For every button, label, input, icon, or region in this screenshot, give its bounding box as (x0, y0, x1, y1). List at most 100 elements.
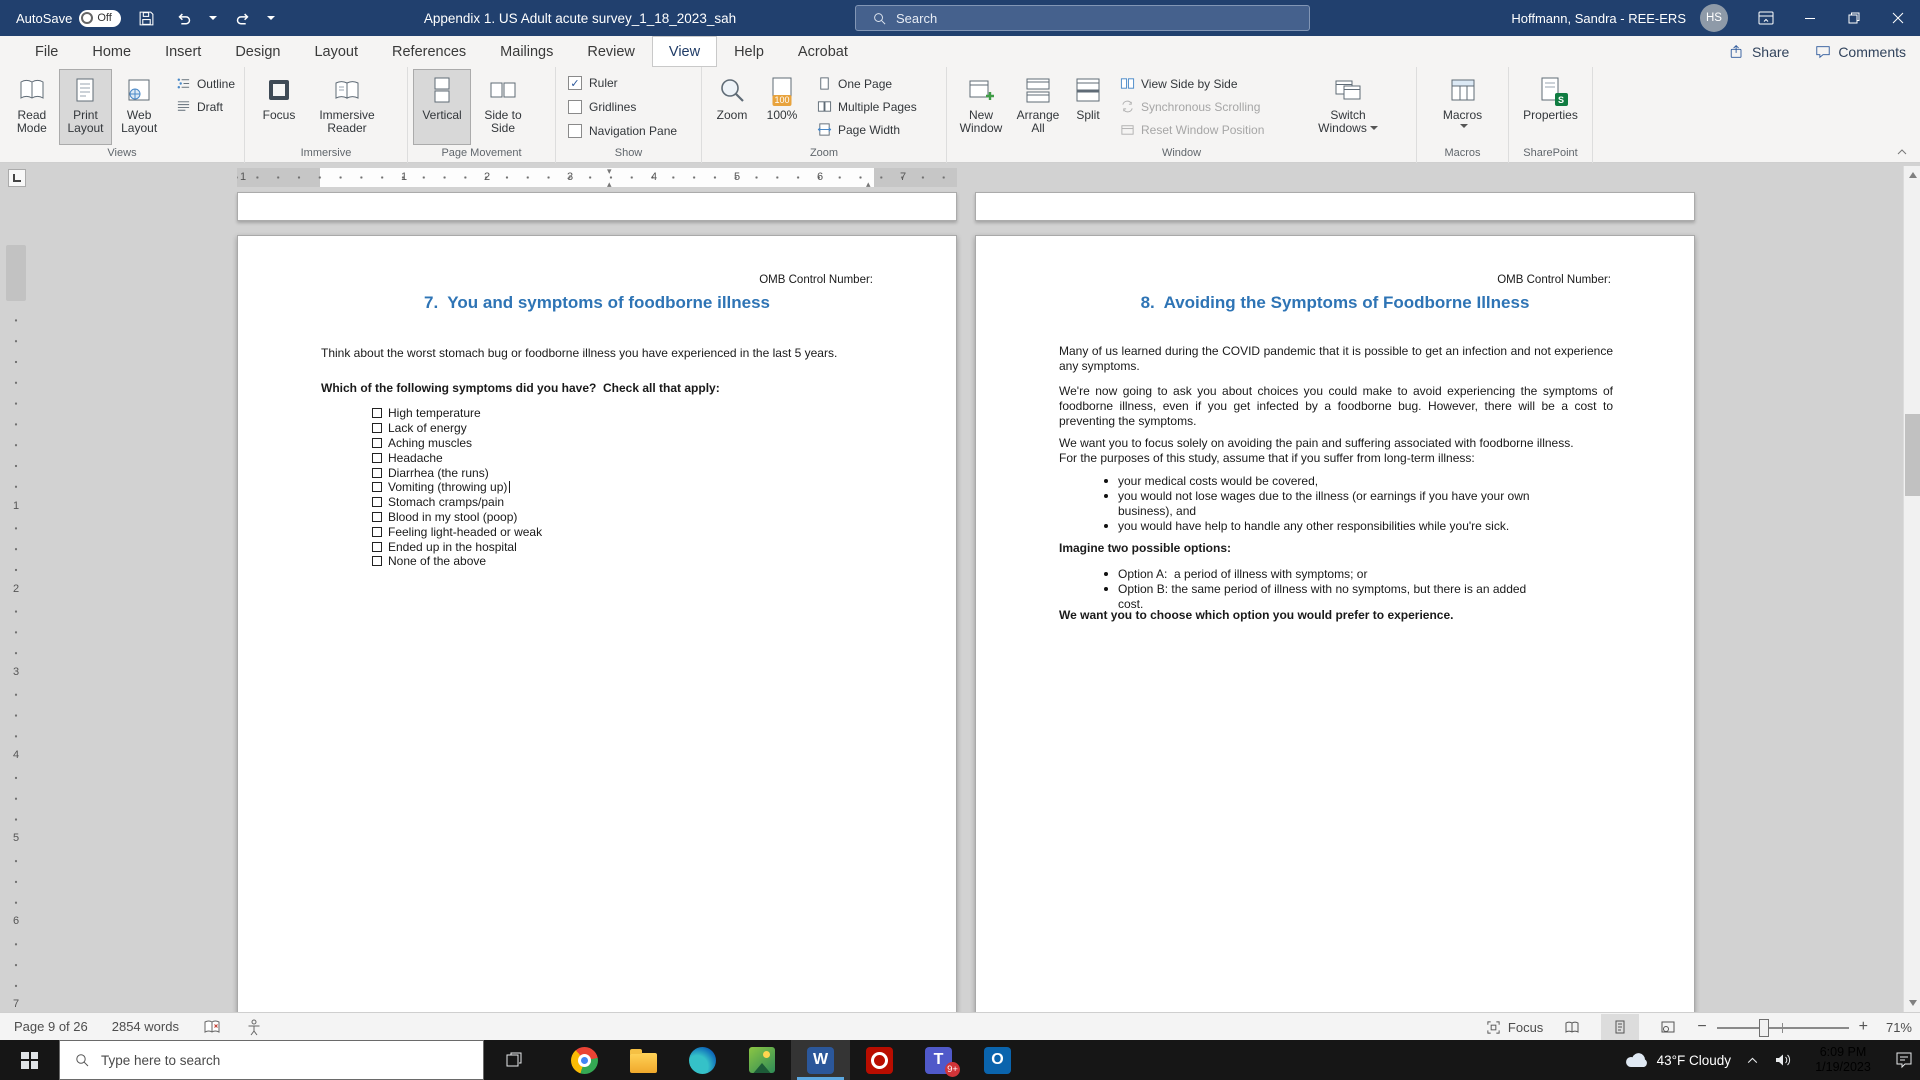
focus-button[interactable]: Focus (250, 69, 308, 145)
print-layout-button[interactable]: Print Layout (59, 69, 113, 145)
undo-button[interactable] (171, 5, 197, 31)
tab-review[interactable]: Review (570, 36, 652, 67)
collapse-ribbon-button[interactable] (1896, 147, 1908, 157)
switch-windows-button[interactable]: Switch Windows (1312, 69, 1384, 145)
page-width-button[interactable]: Page Width (813, 118, 921, 141)
restore-button[interactable] (1832, 0, 1876, 36)
horizontal-ruler[interactable]: 1 1 2 3 4 5 6 7 ▾ ▴ ▴ (237, 168, 957, 187)
tab-mailings[interactable]: Mailings (483, 36, 570, 67)
minimize-button[interactable] (1788, 0, 1832, 36)
redo-button[interactable] (229, 5, 255, 31)
first-line-indent-marker[interactable]: ▾ (607, 167, 612, 175)
previous-page-bottom[interactable] (975, 192, 1695, 221)
task-view-button[interactable] (484, 1040, 543, 1080)
zoom-out-button[interactable]: − (1697, 1018, 1706, 1036)
tab-home[interactable]: Home (75, 36, 148, 67)
tab-acrobat[interactable]: Acrobat (781, 36, 865, 67)
file-explorer-app-button[interactable] (614, 1040, 673, 1080)
checklist-item: High temperature (372, 406, 542, 421)
search-box[interactable]: Search (855, 5, 1310, 31)
tab-design[interactable]: Design (218, 36, 297, 67)
gridlines-checkbox[interactable]: Gridlines (568, 95, 696, 119)
focus-mode-button[interactable]: Focus (1486, 1020, 1543, 1035)
edge-app-button[interactable] (673, 1040, 732, 1080)
one-page-button[interactable]: One Page (813, 72, 921, 95)
vertical-scrollbar[interactable] (1903, 166, 1920, 1012)
zoom-percentage[interactable]: 71% (1878, 1020, 1912, 1035)
photos-app-button[interactable] (732, 1040, 791, 1080)
scroll-down-button[interactable] (1904, 995, 1920, 1012)
previous-page-bottom[interactable] (237, 192, 957, 221)
customize-quick-access-icon[interactable] (267, 16, 275, 24)
volume-button[interactable] (1774, 1051, 1792, 1069)
split-button[interactable]: Split (1066, 69, 1110, 145)
zoom-in-button[interactable]: + (1859, 1018, 1868, 1036)
vertical-button[interactable]: Vertical (413, 69, 471, 145)
scrollbar-thumb[interactable] (1905, 414, 1920, 496)
arrange-all-button[interactable]: Arrange All (1010, 69, 1066, 145)
web-layout-button[interactable]: Web Layout (112, 69, 166, 145)
properties-button[interactable]: S Properties (1518, 69, 1584, 145)
save-button[interactable] (133, 5, 159, 31)
autosave-control[interactable]: AutoSave Off (16, 10, 121, 27)
multiple-pages-button[interactable]: Multiple Pages (813, 95, 921, 118)
outline-button[interactable]: Outline (172, 72, 239, 95)
tab-help[interactable]: Help (717, 36, 781, 67)
outlook-app-button[interactable] (968, 1040, 1027, 1080)
zoom-slider[interactable] (1717, 1014, 1849, 1041)
tab-view[interactable]: View (652, 36, 717, 67)
document-page-10[interactable]: OMB Control Number: 8. Avoiding the Symp… (975, 235, 1695, 1012)
tab-file[interactable]: File (18, 36, 75, 67)
immersive-reader-button[interactable]: Immersive Reader (308, 69, 386, 145)
share-button[interactable]: Share (1729, 44, 1789, 60)
teams-app-button[interactable]: 9+ (909, 1040, 968, 1080)
focus-icon (264, 73, 294, 107)
avatar[interactable]: HS (1700, 4, 1728, 32)
proofing-errors-button[interactable] (203, 1018, 221, 1036)
tab-layout[interactable]: Layout (297, 36, 375, 67)
navigation-pane-checkbox[interactable]: Navigation Pane (568, 119, 696, 143)
tab-references[interactable]: References (375, 36, 483, 67)
close-button[interactable] (1876, 0, 1920, 36)
start-button[interactable] (0, 1040, 59, 1080)
autosave-toggle[interactable]: Off (79, 10, 121, 27)
page-indicator[interactable]: Page 9 of 26 (14, 1019, 88, 1034)
ruler-mark: 5 (734, 171, 740, 183)
clock[interactable]: 6:09 PM 1/19/2023 (1807, 1045, 1879, 1075)
checklist-item: Ended up in the hospital (372, 539, 542, 554)
weather-widget[interactable]: 43°F Cloudy (1624, 1051, 1731, 1069)
undo-dropdown-icon[interactable] (209, 16, 217, 24)
document-canvas[interactable]: OMB Control Number: 7. You and symptoms … (0, 187, 1920, 1012)
tab-stop-selector[interactable] (8, 169, 26, 187)
web-layout-view-button[interactable] (1649, 1014, 1687, 1041)
user-name[interactable]: Hoffmann, Sandra - REE-ERS (1511, 11, 1686, 26)
hidden-icons-button[interactable] (1746, 1054, 1759, 1067)
sharepoint-s-badge: S (1555, 93, 1568, 106)
accessibility-checker-button[interactable] (245, 1018, 263, 1036)
word-count[interactable]: 2854 words (112, 1019, 179, 1034)
new-window-button[interactable]: New Window (952, 69, 1010, 145)
share-label: Share (1752, 44, 1789, 60)
ruler-checkbox[interactable]: Ruler (568, 71, 696, 95)
action-center-button[interactable] (1894, 1050, 1914, 1070)
acrobat-app-button[interactable] (850, 1040, 909, 1080)
comments-button[interactable]: Comments (1815, 44, 1906, 60)
read-mode-button[interactable]: Read Mode (5, 69, 59, 145)
scroll-up-button[interactable] (1904, 166, 1920, 183)
read-mode-view-button[interactable] (1553, 1014, 1591, 1041)
chrome-app-button[interactable] (555, 1040, 614, 1080)
zoom-100-button[interactable]: 100 100% (757, 69, 807, 145)
view-side-by-side-button[interactable]: View Side by Side (1116, 72, 1312, 95)
zoom-slider-thumb[interactable] (1759, 1019, 1769, 1037)
tab-insert[interactable]: Insert (148, 36, 218, 67)
document-title[interactable]: Appendix 1. US Adult acute survey_1_18_2… (400, 0, 760, 36)
taskbar-search-box[interactable]: Type here to search (59, 1040, 484, 1080)
print-layout-view-button[interactable] (1601, 1014, 1639, 1041)
draft-button[interactable]: Draft (172, 95, 239, 118)
macros-button[interactable]: Macros (1431, 69, 1495, 145)
document-page-9[interactable]: OMB Control Number: 7. You and symptoms … (237, 235, 957, 1012)
side-to-side-button[interactable]: Side to Side (471, 69, 535, 145)
ribbon-display-options-button[interactable] (1744, 0, 1788, 36)
word-app-button[interactable] (791, 1040, 850, 1080)
zoom-button[interactable]: Zoom (707, 69, 757, 145)
